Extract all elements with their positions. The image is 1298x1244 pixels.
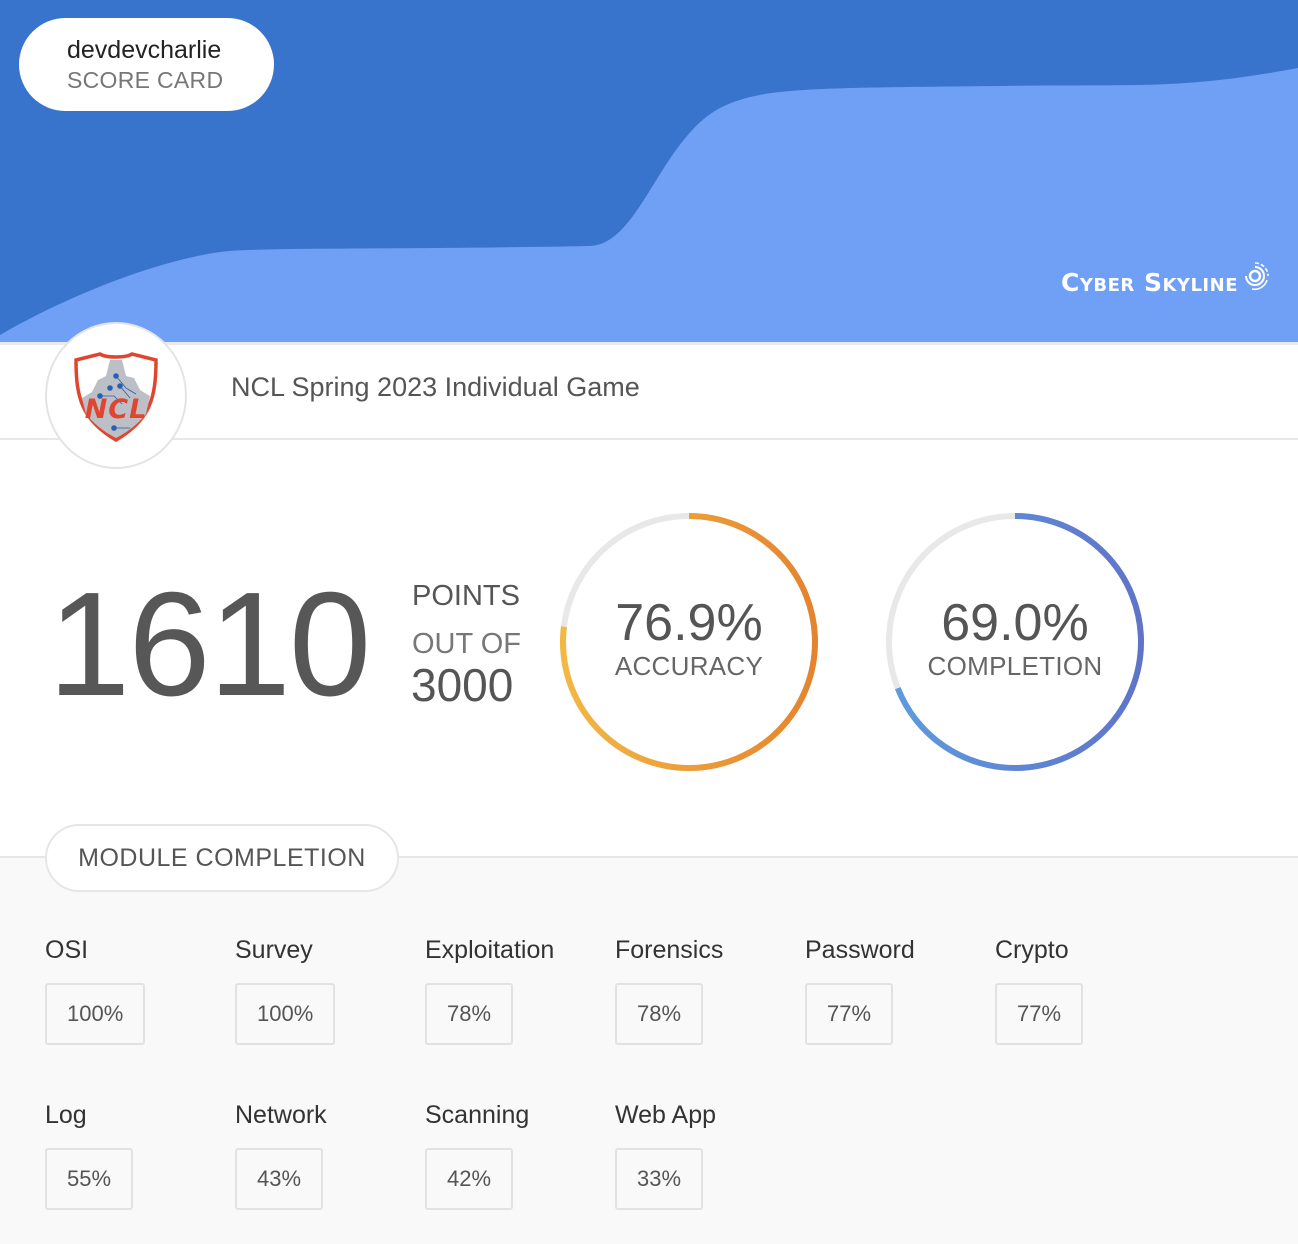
module-item: Crypto 77% bbox=[995, 936, 1084, 1045]
module-item: Web App 33% bbox=[615, 1101, 716, 1210]
completion-gauge: 69.0% COMPLETION bbox=[883, 510, 1147, 774]
module-item: Exploitation 78% bbox=[425, 936, 554, 1045]
accuracy-gauge: 76.9% ACCURACY bbox=[557, 510, 821, 774]
module-percent: 55% bbox=[45, 1148, 134, 1210]
module-percent: 77% bbox=[995, 983, 1084, 1045]
module-name: Survey bbox=[235, 936, 313, 964]
cyber-skyline-swirl-icon bbox=[1240, 261, 1270, 296]
out-of-label: OUT OF bbox=[412, 628, 522, 660]
user-badge: devdevcharlie SCORE CARD bbox=[19, 18, 274, 111]
module-name: Crypto bbox=[995, 936, 1069, 964]
module-name: Log bbox=[45, 1101, 87, 1129]
completion-label: COMPLETION bbox=[927, 651, 1103, 681]
accuracy-value: 76.9% bbox=[615, 594, 763, 652]
module-item: Password 77% bbox=[805, 936, 915, 1045]
module-item: Forensics 78% bbox=[615, 936, 723, 1045]
module-percent: 78% bbox=[425, 983, 514, 1045]
module-percent: 100% bbox=[235, 983, 336, 1045]
brand-name: Cyber Skyline bbox=[1061, 268, 1238, 297]
game-row bbox=[0, 342, 1298, 440]
module-percent: 33% bbox=[615, 1148, 704, 1210]
module-name: Forensics bbox=[615, 936, 724, 964]
ncl-logo: NCL bbox=[45, 322, 187, 469]
username: devdevcharlie bbox=[67, 36, 222, 64]
svg-text:NCL: NCL bbox=[85, 394, 148, 425]
module-percent: 100% bbox=[45, 983, 146, 1045]
module-item: Survey 100% bbox=[235, 936, 336, 1045]
points-total: 3000 bbox=[411, 659, 514, 711]
completion-value: 69.0% bbox=[941, 594, 1089, 652]
module-percent: 77% bbox=[805, 983, 894, 1045]
game-title: NCL Spring 2023 Individual Game bbox=[231, 372, 640, 402]
module-percent: 42% bbox=[425, 1148, 514, 1210]
points-earned: 1610 bbox=[48, 562, 371, 727]
module-item: Scanning 42% bbox=[425, 1101, 529, 1210]
module-percent: 78% bbox=[615, 983, 704, 1045]
score-card-label: SCORE CARD bbox=[67, 67, 224, 93]
module-name: OSI bbox=[45, 936, 89, 964]
accuracy-label: ACCURACY bbox=[614, 651, 764, 681]
module-name: Scanning bbox=[425, 1101, 530, 1129]
module-completion-title: MODULE COMPLETION bbox=[45, 824, 399, 892]
module-percent: 43% bbox=[235, 1148, 324, 1210]
header-banner: devdevcharlie SCORE CARD Cyber Skyline bbox=[0, 0, 1298, 342]
cyber-skyline-logo: Cyber Skyline bbox=[1061, 262, 1270, 297]
module-item: Network 43% bbox=[235, 1101, 327, 1210]
module-item: OSI 100% bbox=[45, 936, 146, 1045]
module-name: Web App bbox=[615, 1101, 717, 1129]
module-name: Password bbox=[805, 936, 915, 964]
module-item: Log 55% bbox=[45, 1101, 134, 1210]
module-name: Exploitation bbox=[425, 936, 555, 964]
points-label: POINTS bbox=[412, 580, 520, 612]
module-name: Network bbox=[235, 1101, 327, 1129]
ncl-shield-icon: NCL bbox=[74, 351, 158, 442]
